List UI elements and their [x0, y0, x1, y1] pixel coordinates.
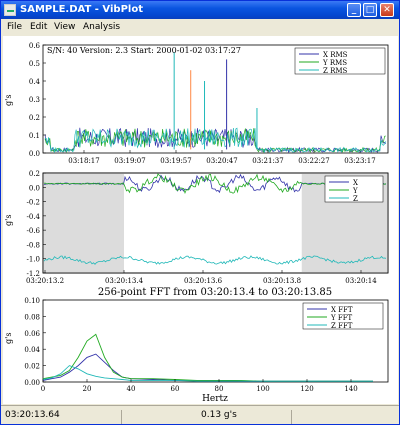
app-icon [4, 4, 16, 16]
legend-label: Z FFT [331, 322, 353, 330]
xtick-label: 03:20:14 [345, 277, 377, 285]
menu-file[interactable]: File [7, 22, 22, 32]
maximize-button[interactable]: □ [363, 3, 377, 17]
ytick-label: -0.8 [27, 241, 41, 249]
legend-label: Y FFT [330, 314, 353, 322]
xtick-label: 0 [41, 385, 45, 393]
fft-plot-xlabel: Hertz [202, 394, 228, 404]
ytick-label: 0.6 [29, 42, 41, 50]
legend-label: X [353, 179, 358, 187]
xtick-label: 03:21:37 [252, 157, 283, 165]
xtick-label: 03:20:13.6 [184, 277, 223, 285]
ytick-label: 0.0 [29, 150, 40, 158]
legend-label: Y [352, 187, 358, 195]
xtick-label: 03:20:13.4 [105, 277, 144, 285]
rms-plot[interactable]: S/N: 40 Version: 2.3 Start: 2000-01-02 0… [4, 42, 389, 165]
time-plot-ylabel: g's [4, 215, 13, 226]
ytick-label: 0.5 [29, 60, 40, 68]
menu-edit[interactable]: Edit [30, 22, 47, 32]
xtick-label: 03:19:57 [160, 157, 191, 165]
xtick-label: 80 [215, 385, 224, 393]
app-window: SAMPLE.DAT - VibPlot _ □ ✕ File Edit Vie… [0, 0, 400, 425]
ytick-label: 0.06 [24, 330, 40, 338]
fft-plot-ylabel: g's [4, 333, 13, 344]
fft-plot-title: 256-point FFT from 03:20:13.4 to 03:20:1… [98, 287, 332, 298]
window-title: SAMPLE.DAT - VibPlot [20, 4, 143, 15]
xtick-label: 03:22:27 [298, 157, 329, 165]
xtick-label: 03:18:17 [68, 157, 99, 165]
fft-plot-legend: X FFTY FFTZ FFT [302, 302, 384, 330]
legend-label: Z RMS [323, 67, 348, 75]
close-button[interactable]: ✕ [380, 3, 394, 17]
xtick-label: 140 [344, 385, 357, 393]
status-time: 03:20:13.64 [5, 410, 60, 420]
xtick-label: 120 [300, 385, 313, 393]
ytick-label: 0.04 [24, 346, 40, 354]
plots-svg: S/N: 40 Version: 2.3 Start: 2000-01-02 0… [4, 42, 389, 404]
legend-label: Z [353, 195, 358, 203]
ytick-label: -0.4 [27, 213, 41, 221]
time-plot-legend: XYZ [324, 175, 384, 203]
rms-plot-ylabel: g's [4, 95, 13, 106]
ytick-label: -0.6 [27, 227, 41, 235]
xtick-label: 20 [83, 385, 92, 393]
menu-view[interactable]: View [54, 22, 75, 32]
ytick-label: -1.0 [27, 256, 41, 264]
xtick-label: 40 [127, 385, 136, 393]
ytick-label: -0.2 [27, 199, 41, 207]
menu-analysis[interactable]: Analysis [83, 22, 120, 32]
ytick-label: 0.08 [24, 313, 40, 321]
ytick-label: 0.2 [29, 114, 40, 122]
xtick-label: 03:23:17 [344, 157, 375, 165]
ytick-label: 0.2 [29, 170, 40, 178]
rms-plot-legend: X RMSY RMSZ RMS [294, 47, 386, 75]
xtick-label: 100 [256, 385, 269, 393]
xtick-label: 03:19:07 [114, 157, 145, 165]
legend-label: X FFT [331, 306, 353, 314]
rms-plot-header: S/N: 40 Version: 2.3 Start: 2000-01-02 0… [47, 46, 241, 55]
fft-plot[interactable]: 256-point FFT from 03:20:13.4 to 03:20:1… [4, 287, 389, 404]
ytick-label: 0.1 [29, 132, 40, 140]
xtick-label: 03:20:13.2 [26, 277, 64, 285]
ytick-label: 0.00 [24, 379, 40, 387]
legend-label: X RMS [323, 51, 348, 59]
ytick-label: 0.02 [24, 363, 40, 371]
xtick-label: 03:20:13.8 [263, 277, 301, 285]
ytick-label: 0.4 [29, 78, 41, 86]
title-bar[interactable]: SAMPLE.DAT - VibPlot _ □ ✕ [1, 1, 399, 19]
status-separator [291, 410, 292, 424]
status-separator [121, 410, 122, 424]
xtick-label: 60 [171, 385, 180, 393]
time-plot[interactable]: g's 0.20.0-0.2-0.4-0.6-0.8-1.0-1.2 03:20… [4, 170, 389, 285]
plot-canvas: S/N: 40 Version: 2.3 Start: 2000-01-02 0… [3, 36, 398, 404]
ytick-label: 0.0 [29, 184, 40, 192]
status-bar: 03:20:13.64 0.13 g's [1, 405, 399, 424]
status-value: 0.13 g's [201, 410, 237, 420]
ytick-label: 0.10 [24, 297, 40, 305]
menu-bar: File Edit View Analysis [1, 19, 399, 36]
xtick-label: 03:20:47 [206, 157, 237, 165]
ytick-label: 0.3 [29, 96, 40, 104]
legend-label: Y RMS [322, 59, 347, 67]
minimize-button[interactable]: _ [347, 3, 361, 17]
